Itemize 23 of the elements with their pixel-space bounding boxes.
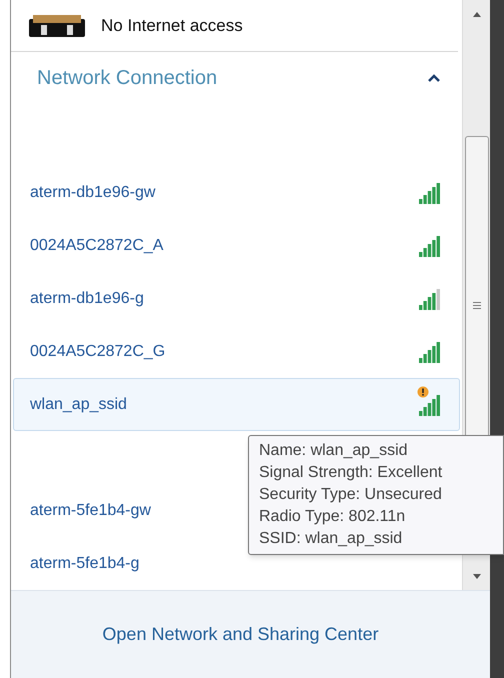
network-name: 0024A5C2872C_G [30, 342, 166, 362]
section-title: Network Connection [37, 66, 218, 91]
network-item[interactable]: 0024A5C2872C_G [13, 325, 460, 378]
down-arrow-icon [472, 574, 480, 578]
tooltip-line: SSID: wlan_ap_ssid [259, 529, 404, 549]
up-arrow-icon [472, 12, 480, 16]
network-name: 0024A5C2872C_A [30, 236, 164, 256]
tooltip-line: Radio Type: 802.11n [259, 507, 406, 527]
network-item[interactable]: aterm-db1e96-gw [13, 166, 460, 219]
section-header[interactable]: Network Connection [11, 52, 462, 104]
network-item[interactable]: 0024A5C2872C_A [13, 219, 460, 272]
connection-status: No Internet access [101, 14, 243, 37]
network-item[interactable]: wlan_ap_ssid [13, 378, 460, 431]
network-item[interactable]: aterm-db1e96-g [13, 272, 460, 325]
tooltip-line: Security Type: Unsecured [259, 485, 443, 505]
network-name: aterm-db1e96-g [30, 288, 144, 308]
tooltip-line: Signal Strength: Excellent [259, 463, 444, 483]
network-name: wlan_ap_ssid [30, 394, 127, 414]
network-name: aterm-db1e96-gw [30, 182, 156, 202]
network-sharing-center-link[interactable]: Open Network and Sharing Center [102, 621, 379, 648]
network-icon [27, 12, 87, 38]
grip-icon [472, 302, 480, 310]
tooltip-line: Name: wlan_ap_ssid [259, 441, 409, 461]
